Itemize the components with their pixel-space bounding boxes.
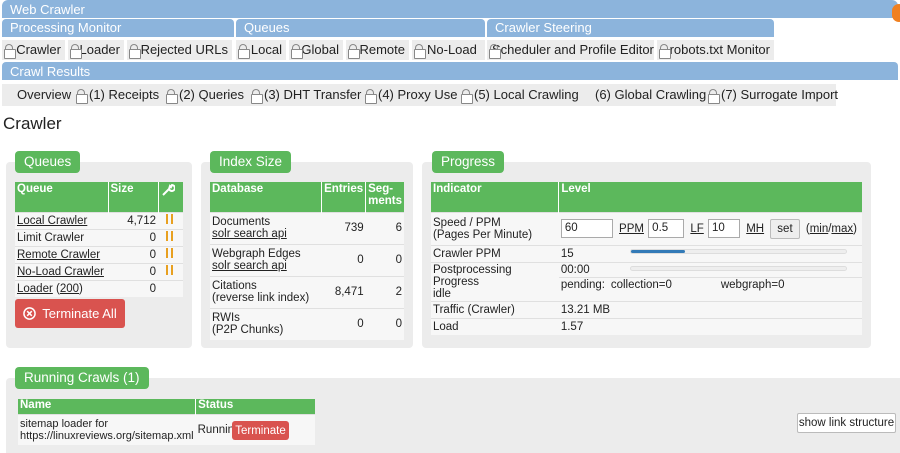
lock-icon <box>70 43 82 59</box>
tab-global-crawling[interactable]: (6) Global Crawling <box>595 84 706 106</box>
lock-icon <box>251 88 263 104</box>
tab-crawler[interactable]: Crawler <box>2 40 65 60</box>
index-row-webgraph: Webgraph Edges solr search api 0 0 <box>210 243 404 276</box>
crawler-ppm-bar-fill <box>631 250 685 253</box>
lock-icon <box>461 88 473 104</box>
wrench-icon <box>161 183 176 196</box>
index-row-citations: Citations (reverse link index) 8,471 2 <box>210 275 404 308</box>
pause-icon[interactable] <box>166 214 173 224</box>
crawler-ppm-bar <box>630 249 847 254</box>
max-link[interactable]: max <box>831 223 853 235</box>
mh-input[interactable]: 10 <box>708 219 740 238</box>
page-title: Crawler <box>3 114 62 133</box>
tab-robots-monitor[interactable]: robots.txt Monitor <box>657 40 774 60</box>
mh-unit[interactable]: MH <box>746 223 764 235</box>
lock-icon <box>291 43 304 59</box>
queue-row-limit: Limit Crawler 0 <box>15 228 183 246</box>
pause-icon[interactable] <box>166 248 173 258</box>
queue-link-remote-crawler[interactable]: Remote Crawler <box>17 249 100 261</box>
ppm-unit[interactable]: PPM <box>619 223 644 235</box>
section-processing-monitor: Processing Monitor <box>2 19 234 37</box>
lock-icon <box>348 43 361 59</box>
lock-icon <box>76 88 88 104</box>
index-row-rwis: RWIs (P2P Chunks) 0 0 <box>210 307 404 340</box>
progress-title: Progress <box>432 151 505 173</box>
app-title: Web Crawler <box>10 2 85 17</box>
tab-local-crawling[interactable]: (5) Local Crawling <box>461 84 579 106</box>
progress-table: Indicator Level Speed / PPM (Pages Per Mi… <box>431 182 862 335</box>
progress-row-load: Load 1.57 <box>431 317 862 335</box>
col-status: Status <box>195 399 315 414</box>
col-name: Name <box>18 399 197 414</box>
tab-overview[interactable]: Overview <box>17 84 71 106</box>
lf-unit[interactable]: LF <box>690 223 703 235</box>
lock-icon <box>365 88 377 104</box>
app-title-bar: Web Crawler <box>2 0 898 18</box>
col-entries: Entries <box>321 182 367 212</box>
col-indicator: Indicator <box>431 182 560 212</box>
terminate-crawl-button[interactable]: Terminate <box>232 421 289 440</box>
terminate-all-button[interactable]: Terminate All <box>15 299 125 328</box>
tab-no-load[interactable]: No-Load <box>412 40 485 60</box>
pause-icon[interactable] <box>166 231 173 241</box>
section-crawler-steering: Crawler Steering <box>487 19 774 37</box>
tab-rejected-urls[interactable]: Rejected URLs <box>127 40 232 60</box>
lock-icon <box>238 43 250 59</box>
lock-icon <box>659 43 671 59</box>
lock-icon <box>166 88 178 104</box>
min-link[interactable]: min <box>810 223 829 235</box>
lock-icon <box>708 88 720 104</box>
tab-loader[interactable]: Loader <box>68 40 124 60</box>
postprocessing-bar <box>630 266 847 271</box>
lock-icon <box>129 43 141 59</box>
pause-icon[interactable] <box>166 265 173 275</box>
lf-input[interactable]: 0.5 <box>648 219 685 238</box>
queue-row-local: Local Crawler 4,712 <box>15 211 183 229</box>
tab-dht-transfer[interactable]: (3) DHT Transfer <box>251 84 361 106</box>
queue-link-no-load-crawler[interactable]: No-Load Crawler <box>17 266 104 278</box>
status-indicator <box>892 4 900 22</box>
ppm-input[interactable]: 60 <box>560 219 613 238</box>
tab-scheduler-profile-editor[interactable]: Scheduler and Profile Editor <box>487 40 654 60</box>
documents-solr-link[interactable]: solr search api <box>212 228 287 240</box>
running-crawls-title: Running Crawls (1) <box>15 367 149 389</box>
col-segments: Seg-ments <box>365 182 404 212</box>
section-crawl-results: Crawl Results <box>2 62 898 80</box>
progress-row-speed: Speed / PPM (Pages Per Minute) 60 PPM 0.5… <box>431 211 862 245</box>
queue-row-loader: Loader (200) 0 <box>15 279 183 297</box>
lock-icon <box>4 43 17 59</box>
queue-link-local-crawler[interactable]: Local Crawler <box>17 215 87 227</box>
queues-table: Queue Size Local Crawler 4,712 Limit Cra… <box>15 182 183 297</box>
index-size-title: Index Size <box>210 151 292 173</box>
queue-row-remote: Remote Crawler 0 <box>15 245 183 263</box>
index-row-documents: Documents solr search api 739 6 <box>210 211 404 244</box>
col-size: Size <box>108 182 159 212</box>
tab-global[interactable]: Global <box>289 40 343 60</box>
webgraph-solr-link[interactable]: solr search api <box>212 260 287 272</box>
set-button[interactable]: set <box>770 218 800 239</box>
col-queue: Queue <box>15 182 109 212</box>
queue-row-noload: No-Load Crawler 0 <box>15 262 183 280</box>
loader-count-link[interactable]: 200 <box>60 283 79 295</box>
tab-surrogate-import[interactable]: (7) Surrogate Import <box>708 84 838 106</box>
index-size-table: Database Entries Seg-ments Documents solr… <box>210 182 404 340</box>
tab-queries[interactable]: (2) Queries <box>166 84 244 106</box>
cancel-circle-icon <box>23 307 37 320</box>
queue-link-loader[interactable]: Loader <box>17 283 53 295</box>
lock-icon <box>414 43 426 59</box>
tab-proxy-use[interactable]: (4) Proxy Use <box>365 84 457 106</box>
queue-label-limit-crawler: Limit Crawler <box>17 231 85 244</box>
show-link-structure-button[interactable]: show link structure <box>797 413 896 433</box>
col-database: Database <box>210 182 323 212</box>
section-queues: Queues <box>236 19 485 37</box>
tab-remote[interactable]: Remote <box>346 40 409 60</box>
col-level: Level <box>558 182 862 212</box>
queues-title: Queues <box>15 151 81 173</box>
col-actions <box>158 182 183 212</box>
tab-local[interactable]: Local <box>236 40 286 60</box>
progress-row-traffic: Traffic (Crawler) 13.21 MB <box>431 300 862 318</box>
tab-receipts[interactable]: (1) Receipts <box>76 84 159 106</box>
